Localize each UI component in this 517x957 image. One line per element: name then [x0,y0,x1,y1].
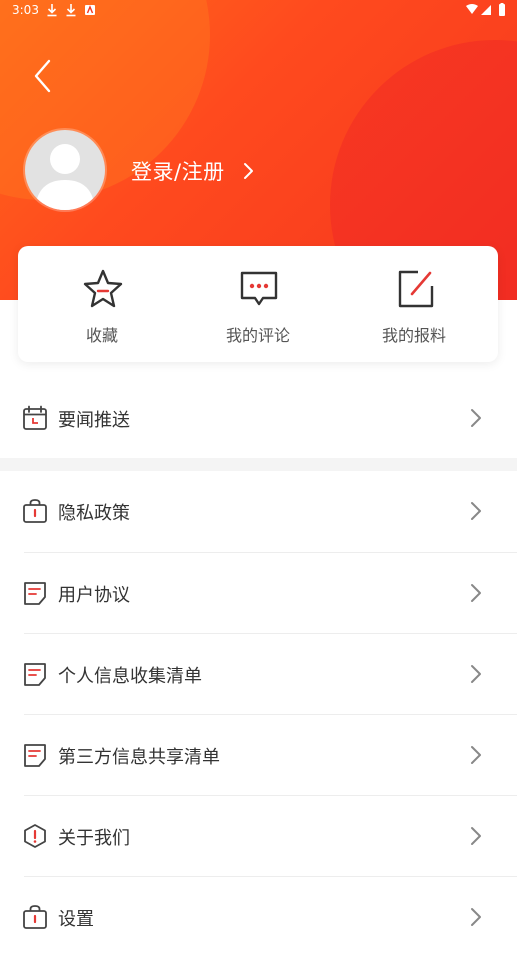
default-avatar-icon [35,144,95,210]
menu-item-news-push[interactable]: 要闻推送 [0,378,517,458]
status-time: 3:03 [12,3,39,17]
menu-item-settings[interactable]: 设置 [0,877,517,957]
my-comments-label: 我的评论 [225,326,290,345]
menu-item-user-agreement[interactable]: 用户协议 [0,553,517,633]
chevron-right-icon [471,665,481,683]
avatar[interactable] [25,130,105,210]
app-notification-icon [85,5,95,15]
chevron-right-icon [244,163,253,179]
menu-label: 要闻推送 [58,410,130,431]
menu-label: 第三方信息共享清单 [58,747,220,768]
back-button[interactable] [28,56,58,96]
menu-label: 用户协议 [58,585,130,606]
menu-label: 关于我们 [58,828,130,849]
menu-item-privacy-policy[interactable]: 隐私政策 [0,471,517,551]
star-icon [83,269,123,308]
menu-item-personal-info-list[interactable]: 个人信息收集清单 [0,634,517,714]
menu-label: 设置 [58,909,94,930]
settings-icon [23,905,47,929]
document-icon [24,663,46,686]
calendar-icon [23,405,47,430]
edit-icon [398,270,434,308]
my-reports-label: 我的报料 [381,326,446,345]
quick-actions-card: 收藏 我的评论 我的报料 [18,246,498,362]
login-register-link[interactable]: 登录/注册 [131,156,225,186]
status-bar: 3:03 [0,0,517,22]
chevron-right-icon [471,584,481,602]
my-comments-button[interactable]: 我的评论 [178,246,338,362]
menu-label: 个人信息收集清单 [58,666,202,687]
chevron-right-icon [471,502,481,520]
lock-icon [23,499,47,523]
comment-icon [240,271,278,306]
menu-item-about-us[interactable]: 关于我们 [0,796,517,876]
my-reports-button[interactable]: 我的报料 [334,246,494,362]
download-icon [66,4,76,17]
chevron-right-icon [471,908,481,926]
info-hexagon-icon [24,824,46,848]
download-icon [47,4,57,17]
menu-label: 隐私政策 [58,503,130,524]
favorites-button[interactable]: 收藏 [22,246,182,362]
section-divider [0,458,517,471]
chevron-right-icon [471,409,481,427]
document-icon [24,582,46,605]
document-icon [24,744,46,767]
menu-item-third-party-sharing[interactable]: 第三方信息共享清单 [0,715,517,795]
chevron-right-icon [471,746,481,764]
system-status-icons [466,3,505,16]
chevron-right-icon [471,827,481,845]
favorites-label: 收藏 [85,326,118,345]
